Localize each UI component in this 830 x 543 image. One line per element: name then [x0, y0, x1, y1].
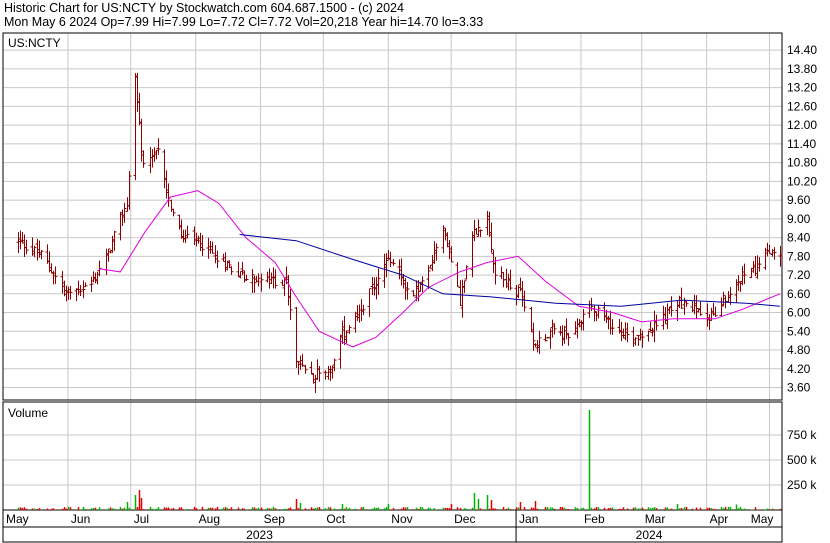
- month-label: Mar: [645, 512, 666, 526]
- price-tick-label: 14.40: [787, 43, 817, 57]
- month-label: Jul: [134, 512, 149, 526]
- month-label: Jun: [71, 512, 90, 526]
- price-tick-label: 9.60: [787, 193, 811, 207]
- price-tick-label: 4.20: [787, 362, 811, 376]
- symbol-label: US:NCTY: [8, 36, 61, 50]
- price-tick-label: 9.00: [787, 212, 811, 226]
- price-tick-label: 6.00: [787, 306, 811, 320]
- price-tick-label: 10.20: [787, 174, 817, 188]
- price-tick-label: 6.60: [787, 287, 811, 301]
- price-tick-label: 13.80: [787, 62, 817, 76]
- year-label: 2023: [246, 528, 273, 542]
- ohlc-bars: [16, 72, 783, 394]
- moving-average-long-line: [239, 234, 780, 307]
- price-tick-label: 5.40: [787, 324, 811, 338]
- month-label: May: [6, 512, 29, 526]
- moving-average-short-line: [99, 190, 781, 348]
- price-tick-label: 12.60: [787, 99, 817, 113]
- price-tick-label: 11.40: [787, 137, 816, 151]
- month-label: Sep: [264, 512, 286, 526]
- month-label: Feb: [584, 512, 605, 526]
- stock-chart: US:NCTY Volume 3.60 4.20 4.80 5.40 6.00 6.60 7.2…: [2, 32, 817, 543]
- volume-panel-frame: [2, 401, 783, 511]
- volume-tick-label: 500 k: [787, 453, 817, 467]
- price-tick-label: 10.80: [787, 156, 817, 170]
- price-tick-label: 4.80: [787, 343, 811, 357]
- price-tick-label: 7.20: [787, 268, 811, 282]
- volume-title: Volume: [8, 406, 48, 420]
- price-tick-label: 13.20: [787, 81, 817, 95]
- month-label: Nov: [391, 512, 412, 526]
- month-label: Jan: [519, 512, 538, 526]
- month-label: Apr: [710, 512, 729, 526]
- month-label: Dec: [454, 512, 475, 526]
- month-label: Aug: [199, 512, 220, 526]
- year-axis-frame: [2, 526, 783, 543]
- volume-tick-label: 250 k: [787, 478, 817, 492]
- price-tick-label: 8.40: [787, 231, 811, 245]
- price-tick-label: 12.00: [787, 118, 817, 132]
- price-tick-label: 7.80: [787, 249, 811, 263]
- month-label: May: [751, 512, 774, 526]
- volume-tick-label: 750 k: [787, 428, 817, 442]
- year-label: 2024: [636, 528, 663, 542]
- month-label: Oct: [326, 512, 345, 526]
- price-tick-label: 3.60: [787, 381, 811, 395]
